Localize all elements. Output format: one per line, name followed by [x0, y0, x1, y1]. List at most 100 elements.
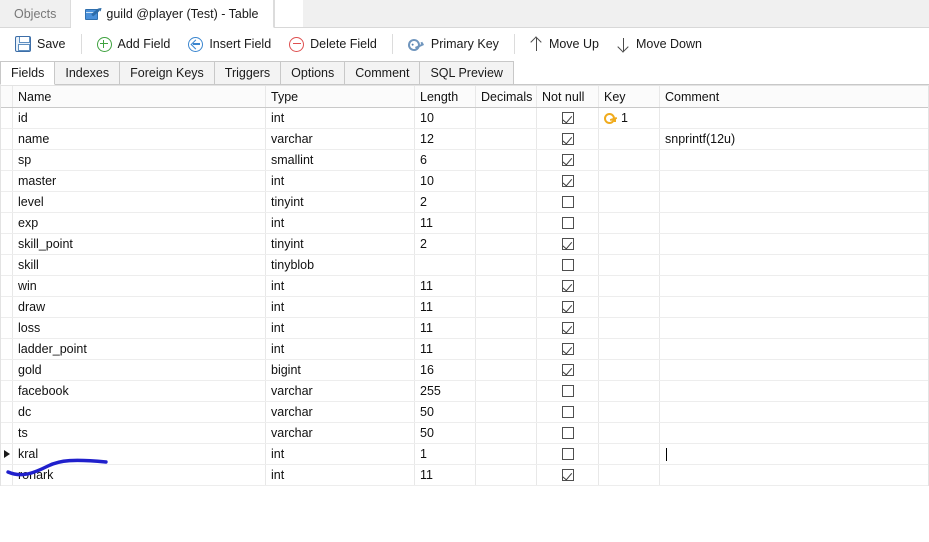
cell-not-null[interactable]	[537, 402, 599, 422]
cell-field-decimals[interactable]	[476, 402, 537, 422]
table-row[interactable]: ladder_point int 11	[1, 339, 928, 360]
row-marker-gutter[interactable]	[1, 360, 13, 380]
cell-field-decimals[interactable]	[476, 192, 537, 212]
cell-comment[interactable]	[660, 402, 928, 422]
table-row[interactable]: kral int 1	[1, 444, 928, 465]
cell-not-null[interactable]	[537, 108, 599, 128]
tab-comment[interactable]: Comment	[345, 61, 421, 84]
cell-field-length[interactable]: 11	[415, 339, 476, 359]
column-header-not-null[interactable]: Not null	[537, 86, 599, 107]
cell-field-decimals[interactable]	[476, 339, 537, 359]
cell-key[interactable]	[599, 129, 660, 149]
checkbox-checked-icon[interactable]	[561, 343, 574, 355]
row-marker-gutter[interactable]	[1, 213, 13, 233]
cell-key[interactable]	[599, 360, 660, 380]
checkbox-checked-icon[interactable]	[561, 364, 574, 376]
table-row[interactable]: name varchar 12 snprintf(12u)	[1, 129, 928, 150]
row-marker-gutter[interactable]	[1, 297, 13, 317]
row-marker-gutter[interactable]	[1, 150, 13, 170]
cell-comment[interactable]	[660, 318, 928, 338]
table-row[interactable]: master int 10	[1, 171, 928, 192]
tab-triggers[interactable]: Triggers	[214, 61, 282, 84]
column-header-comment[interactable]: Comment	[660, 86, 928, 107]
cell-not-null[interactable]	[537, 234, 599, 254]
tab-indexes[interactable]: Indexes	[55, 61, 121, 84]
cell-comment[interactable]	[660, 234, 928, 254]
cell-key[interactable]	[599, 297, 660, 317]
checkbox-checked-icon[interactable]	[561, 322, 574, 334]
row-marker-gutter[interactable]	[1, 381, 13, 401]
cell-field-decimals[interactable]	[476, 108, 537, 128]
checkbox-checked-icon[interactable]	[561, 280, 574, 292]
cell-field-length[interactable]: 11	[415, 297, 476, 317]
cell-field-name[interactable]: draw	[13, 297, 266, 317]
cell-key[interactable]	[599, 318, 660, 338]
row-marker-gutter[interactable]	[1, 402, 13, 422]
cell-field-length[interactable]: 11	[415, 318, 476, 338]
cell-comment[interactable]	[660, 381, 928, 401]
cell-field-name[interactable]: skill	[13, 255, 266, 275]
cell-field-length[interactable]: 11	[415, 213, 476, 233]
checkbox-unchecked-icon[interactable]	[561, 385, 574, 397]
cell-field-length[interactable]: 10	[415, 171, 476, 191]
move-up-button[interactable]: Move Up	[521, 33, 608, 56]
cell-field-type[interactable]: int	[266, 444, 415, 464]
cell-not-null[interactable]	[537, 465, 599, 485]
table-row[interactable]: sp smallint 6	[1, 150, 928, 171]
cell-comment[interactable]	[660, 150, 928, 170]
window-tab-objects[interactable]: Objects	[0, 0, 72, 27]
cell-field-decimals[interactable]	[476, 423, 537, 443]
cell-field-decimals[interactable]	[476, 381, 537, 401]
cell-field-type[interactable]: int	[266, 465, 415, 485]
cell-key[interactable]	[599, 402, 660, 422]
cell-comment[interactable]	[660, 213, 928, 233]
cell-field-length[interactable]: 16	[415, 360, 476, 380]
cell-field-decimals[interactable]	[476, 150, 537, 170]
cell-not-null[interactable]	[537, 339, 599, 359]
cell-field-length[interactable]: 11	[415, 276, 476, 296]
column-header-name[interactable]: Name	[13, 86, 266, 107]
cell-field-type[interactable]: int	[266, 213, 415, 233]
cell-field-name[interactable]: exp	[13, 213, 266, 233]
cell-field-name[interactable]: ladder_point	[13, 339, 266, 359]
cell-key[interactable]: 1	[599, 108, 660, 128]
checkbox-checked-icon[interactable]	[561, 238, 574, 250]
cell-not-null[interactable]	[537, 297, 599, 317]
cell-not-null[interactable]	[537, 213, 599, 233]
cell-key[interactable]	[599, 381, 660, 401]
checkbox-unchecked-icon[interactable]	[561, 196, 574, 208]
cell-not-null[interactable]	[537, 360, 599, 380]
row-marker-gutter[interactable]	[1, 192, 13, 212]
table-row[interactable]: facebook varchar 255	[1, 381, 928, 402]
cell-comment[interactable]	[660, 276, 928, 296]
tab-options[interactable]: Options	[281, 61, 346, 84]
cell-field-length[interactable]: 50	[415, 423, 476, 443]
checkbox-checked-icon[interactable]	[561, 154, 574, 166]
cell-field-length[interactable]: 12	[415, 129, 476, 149]
cell-comment[interactable]	[660, 423, 928, 443]
table-row[interactable]: skill_point tinyint 2	[1, 234, 928, 255]
tab-sql-preview[interactable]: SQL Preview	[420, 61, 514, 84]
cell-field-name[interactable]: facebook	[13, 381, 266, 401]
checkbox-unchecked-icon[interactable]	[561, 427, 574, 439]
cell-not-null[interactable]	[537, 318, 599, 338]
cell-field-length[interactable]: 255	[415, 381, 476, 401]
column-header-type[interactable]: Type	[266, 86, 415, 107]
cell-comment[interactable]	[660, 297, 928, 317]
cell-comment[interactable]: snprintf(12u)	[660, 129, 928, 149]
cell-field-decimals[interactable]	[476, 465, 537, 485]
cell-field-decimals[interactable]	[476, 171, 537, 191]
cell-field-decimals[interactable]	[476, 213, 537, 233]
checkbox-unchecked-icon[interactable]	[561, 259, 574, 271]
cell-field-type[interactable]: int	[266, 171, 415, 191]
cell-not-null[interactable]	[537, 171, 599, 191]
cell-not-null[interactable]	[537, 423, 599, 443]
cell-field-decimals[interactable]	[476, 255, 537, 275]
table-row[interactable]: exp int 11	[1, 213, 928, 234]
cell-not-null[interactable]	[537, 255, 599, 275]
tab-foreign-keys[interactable]: Foreign Keys	[120, 61, 215, 84]
cell-key[interactable]	[599, 234, 660, 254]
cell-field-type[interactable]: int	[266, 339, 415, 359]
cell-field-name[interactable]: kral	[13, 444, 266, 464]
cell-key[interactable]	[599, 465, 660, 485]
